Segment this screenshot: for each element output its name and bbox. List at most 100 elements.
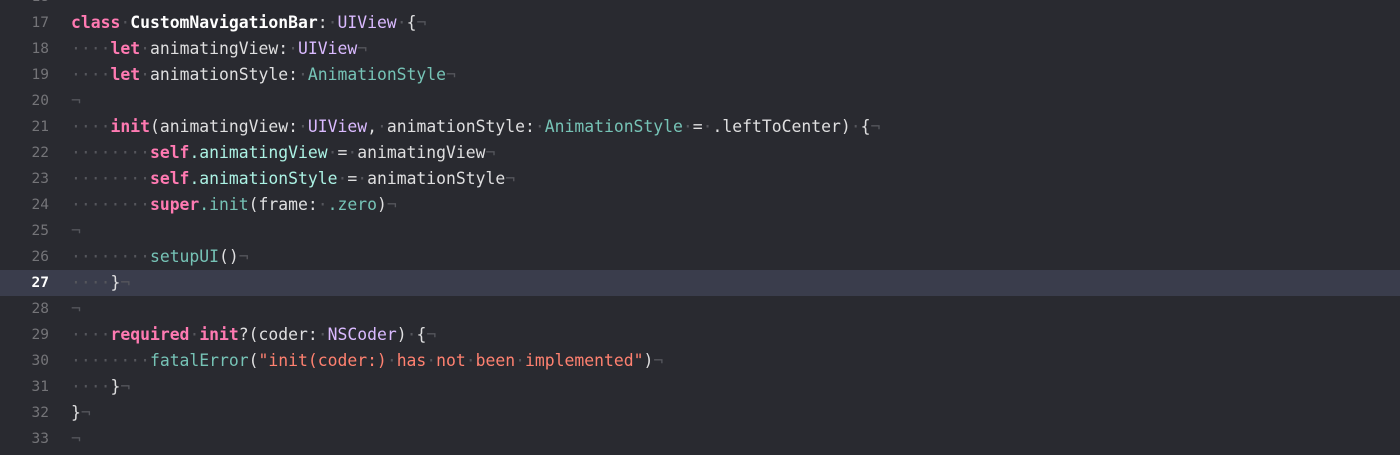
code-token: { [416,325,427,344]
code-token: , [367,117,377,136]
invisible-char: · [386,351,397,370]
code-token: AnimationStyle [544,117,683,136]
invisible-char: · [288,39,299,58]
code-token: required [110,325,190,344]
code-token: (animatingView: [149,117,298,136]
code-line[interactable]: 29 ····required·init?(coder:·NSCoder)·{¬ [0,322,1400,348]
code-token: } [110,273,121,292]
line-number: 22 [31,145,49,161]
invisible-char: · [140,65,150,84]
code-token: : [278,39,289,58]
line-number: 18 [31,41,49,57]
code-token: animatingView [357,143,486,162]
code-token: animationStyle [149,65,289,84]
invisible-char: ¬ [120,377,131,396]
code-token: fatalError [149,351,249,370]
code-line[interactable]: 32 }¬ [0,400,1400,426]
code-line[interactable]: 23 ········self.animationStyle·=·animatio… [0,166,1400,192]
invisible-char: · [298,117,308,136]
code-text: class·CustomNavigationBar:·UIView·{¬ [71,10,426,36]
code-token: .animatingView [189,143,328,162]
code-text: ····}¬ [71,270,130,296]
code-line[interactable]: 24 ········super.init(frame:·.zero)¬ [0,192,1400,218]
code-line[interactable]: 20 ¬ [0,88,1400,114]
invisible-char: ¬ [238,247,249,266]
invisible-char: ········ [71,247,150,266]
invisible-char: ¬ [71,299,81,318]
code-line[interactable]: 22 ········self.animatingView·=·animating… [0,140,1400,166]
code-token: init [110,117,150,136]
code-token: UIView [307,117,368,136]
invisible-char: ¬ [71,429,81,448]
code-token: ?(coder: [238,325,318,344]
invisible-char: · [298,65,308,84]
code-token: = [692,117,703,136]
code-line[interactable]: 18 ····let·animatingView:·UIView¬ [0,36,1400,62]
invisible-char: ¬ [505,169,516,188]
code-token: } [110,377,121,396]
code-text: ¬ [71,88,81,114]
invisible-char: ···· [71,39,111,58]
invisible-char: · [317,325,328,344]
code-line[interactable]: 33 ¬ [0,426,1400,452]
invisible-char: · [406,325,417,344]
code-token: not [436,351,466,370]
line-number: 31 [31,379,49,395]
code-token: NSCoder [327,325,397,344]
code-token: setupUI [149,247,220,266]
code-token: has [396,351,427,370]
line-number: 29 [31,327,49,343]
line-number: 32 [31,405,49,421]
code-token: = [347,169,358,188]
invisible-char: · [327,143,338,162]
invisible-char: · [682,117,693,136]
invisible-char: ¬ [120,273,131,292]
code-line[interactable]: 19 ····let·animationStyle:·AnimationStyle… [0,62,1400,88]
invisible-char: · [337,169,348,188]
code-line[interactable]: 17 class·CustomNavigationBar:·UIView·{¬ [0,10,1400,36]
code-editor[interactable]: 1817class·CustomNavigationBar:·UIView·{¬… [0,0,1400,455]
code-line[interactable]: 21 ····init(animatingView:·UIView,·animat… [0,114,1400,140]
code-line[interactable]: 27 ····}¬ [0,270,1400,296]
code-text: ····let·animationStyle:·AnimationStyle¬ [71,62,456,88]
code-text: ¬ [71,426,81,452]
code-line[interactable]: 28 ¬ [0,296,1400,322]
code-token: "init(coder:) [258,351,387,370]
invisible-char: · [347,143,358,162]
code-line[interactable]: 30 ········fatalError("init(coder:)·has·n… [0,348,1400,374]
code-token: { [406,13,417,32]
code-token: super [149,195,200,214]
code-text: ········self.animatingView·=·animatingVi… [71,140,495,166]
code-token: init [199,325,239,344]
code-token: CustomNavigationBar [130,13,318,32]
code-token: class [71,13,121,32]
code-line[interactable]: 26 ········setupUI()¬ [0,244,1400,270]
code-line[interactable]: 25 ¬ [0,218,1400,244]
code-token: AnimationStyle [307,65,447,84]
code-text: ····}¬ [71,374,130,400]
line-number: 33 [31,431,49,447]
code-token: .zero [327,195,377,214]
code-token: implemented" [525,351,644,370]
code-token: self [149,143,190,162]
line-number: 17 [31,15,49,31]
invisible-char: · [327,13,338,32]
line-number: 25 [31,223,49,239]
line-number: 21 [31,119,49,135]
line-number: 24 [31,197,49,213]
code-token: been [475,351,516,370]
code-line[interactable]: 31 ····}¬ [0,374,1400,400]
code-line[interactable]: 18 [0,0,1400,10]
invisible-char: ········ [71,351,150,370]
invisible-char: ¬ [386,195,397,214]
code-token: ) [376,195,387,214]
invisible-char: · [702,117,713,136]
invisible-char: ···· [71,65,111,84]
code-text: ········self.animationStyle·=·animationS… [71,166,515,192]
code-text: }¬ [71,400,91,426]
invisible-char: ¬ [71,221,81,240]
code-token: let [110,65,141,84]
line-number: 30 [31,353,49,369]
invisible-char: · [357,169,368,188]
code-text: ¬ [71,218,81,244]
